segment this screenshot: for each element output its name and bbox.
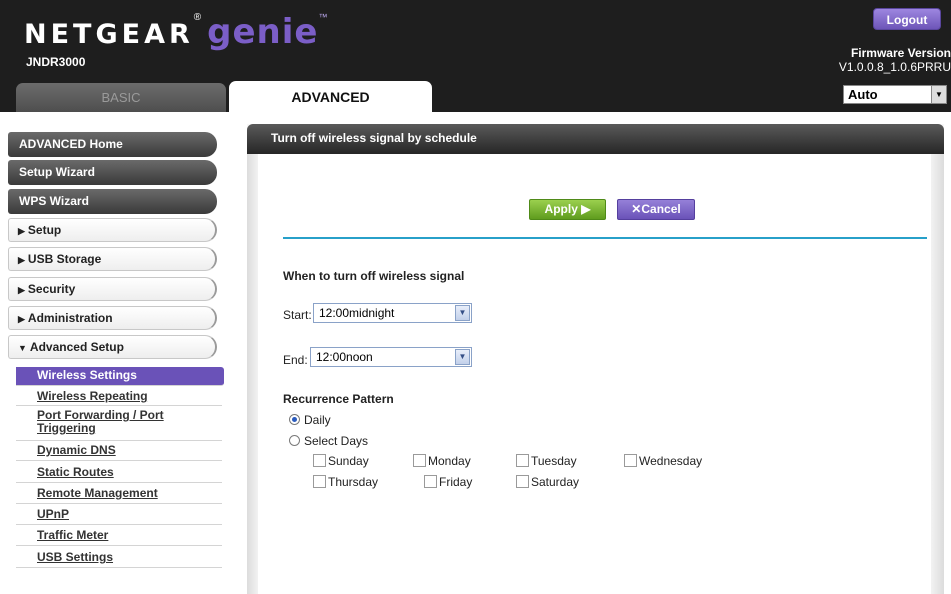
trademark-mark: ™ <box>318 12 328 22</box>
day-label: Thursday <box>328 475 379 489</box>
day-label: Saturday <box>531 475 580 489</box>
day-label: Sunday <box>328 454 369 468</box>
panel-body: Apply ▶ ✕Cancel When to turn off wireles… <box>258 154 931 594</box>
chevron-down-icon[interactable]: ▼ <box>931 86 946 103</box>
submenu-upnp[interactable]: UPnP <box>16 504 222 525</box>
triangle-down-icon: ▼ <box>18 343 27 353</box>
start-time-select[interactable]: 12:00midnight ▼ <box>313 303 472 323</box>
recurrence-heading: Recurrence Pattern <box>283 392 394 406</box>
submenu-usb-settings[interactable]: USB Settings <box>16 546 222 568</box>
cancel-button[interactable]: ✕Cancel <box>617 199 695 220</box>
sidebar-item-label: Security <box>27 282 76 296</box>
firmware-value: V1.0.0.8_1.0.6PRRU <box>838 60 951 74</box>
day-label: Wednesday <box>639 454 703 468</box>
daily-label: Daily <box>304 413 331 427</box>
tab-basic[interactable]: BASIC <box>16 83 226 112</box>
day-label: Monday <box>428 454 471 468</box>
sidebar-item-label: Administration <box>27 311 113 325</box>
panel-border-left <box>247 154 258 594</box>
submenu-traffic-meter[interactable]: Traffic Meter <box>16 525 222 546</box>
sidebar-item-label: Advanced Setup <box>29 340 124 354</box>
advanced-home-button[interactable]: ADVANCED Home <box>8 132 217 157</box>
triangle-right-icon: ▶ <box>18 226 25 236</box>
netgear-genie-logo: NETGEAR® genie™ <box>24 12 327 56</box>
triangle-right-icon: ▶ <box>18 255 25 265</box>
day-monday[interactable]: Monday <box>413 454 471 468</box>
triangle-right-icon: ▶ <box>18 314 25 324</box>
monday-checkbox[interactable] <box>413 454 426 467</box>
submenu-wireless-settings[interactable]: Wireless Settings <box>16 367 224 386</box>
sidebar-item-advanced-setup[interactable]: ▼ Advanced Setup <box>8 335 217 359</box>
day-tuesday[interactable]: Tuesday <box>516 454 577 468</box>
sidebar-item-security[interactable]: ▶ Security <box>8 277 217 301</box>
sunday-checkbox[interactable] <box>313 454 326 467</box>
brand-genie: genie <box>207 12 319 52</box>
sidebar-item-label: USB Storage <box>27 252 102 266</box>
submenu-wireless-repeating[interactable]: Wireless Repeating <box>16 386 222 406</box>
sidebar-item-label: Setup <box>27 223 62 237</box>
wps-wizard-button[interactable]: WPS Wizard <box>8 189 217 214</box>
setup-wizard-button[interactable]: Setup Wizard <box>8 160 217 185</box>
panel-border-right <box>931 154 944 594</box>
select-days-radio[interactable] <box>289 435 300 446</box>
end-label: End: <box>283 353 308 367</box>
daily-radio[interactable] <box>289 414 300 425</box>
wednesday-checkbox[interactable] <box>624 454 637 467</box>
advanced-setup-submenu: Wireless Settings Wireless Repeating Por… <box>16 367 224 568</box>
panel-title: Turn off wireless signal by schedule <box>247 124 944 154</box>
day-thursday[interactable]: Thursday <box>313 475 378 489</box>
submenu-port-forwarding[interactable]: Port Forwarding / Port Triggering <box>16 406 222 441</box>
thursday-checkbox[interactable] <box>313 475 326 488</box>
content-panel: Turn off wireless signal by schedule App… <box>247 124 944 594</box>
start-label: Start: <box>283 308 312 322</box>
chevron-down-icon[interactable]: ▼ <box>455 305 470 321</box>
language-select[interactable]: Auto ▼ <box>843 85 947 104</box>
day-label: Tuesday <box>531 454 577 468</box>
end-time-select[interactable]: 12:00noon ▼ <box>310 347 472 367</box>
select-days-option[interactable]: Select Days <box>289 434 368 448</box>
language-value: Auto <box>848 87 878 102</box>
day-saturday[interactable]: Saturday <box>516 475 579 489</box>
submenu-static-routes[interactable]: Static Routes <box>16 461 222 483</box>
saturday-checkbox[interactable] <box>516 475 529 488</box>
brand-netgear: NETGEAR <box>24 19 194 50</box>
tuesday-checkbox[interactable] <box>516 454 529 467</box>
tab-advanced[interactable]: ADVANCED <box>229 81 432 112</box>
sidebar-item-administration[interactable]: ▶ Administration <box>8 306 217 330</box>
sidebar-item-usb-storage[interactable]: ▶ USB Storage <box>8 247 217 271</box>
end-time-value: 12:00noon <box>316 350 373 364</box>
day-label: Friday <box>439 475 473 489</box>
submenu-remote-management[interactable]: Remote Management <box>16 483 222 504</box>
logout-button[interactable]: Logout <box>873 8 941 30</box>
friday-checkbox[interactable] <box>424 475 437 488</box>
when-heading: When to turn off wireless signal <box>283 269 465 283</box>
triangle-right-icon: ▶ <box>18 285 25 295</box>
daily-option[interactable]: Daily <box>289 413 331 427</box>
divider <box>283 237 927 239</box>
select-days-label: Select Days <box>304 434 369 448</box>
header-bar: NETGEAR® genie™ JNDR3000 Logout Firmware … <box>0 0 951 112</box>
chevron-down-icon[interactable]: ▼ <box>455 349 470 365</box>
start-time-value: 12:00midnight <box>319 306 395 320</box>
day-sunday[interactable]: Sunday <box>313 454 369 468</box>
model-name: JNDR3000 <box>26 55 86 69</box>
apply-button[interactable]: Apply ▶ <box>529 199 606 220</box>
sidebar-item-setup[interactable]: ▶ Setup <box>8 218 217 242</box>
registered-mark: ® <box>193 12 202 23</box>
day-wednesday[interactable]: Wednesday <box>624 454 702 468</box>
firmware-label: Firmware Version <box>850 46 951 60</box>
submenu-dynamic-dns[interactable]: Dynamic DNS <box>16 441 222 461</box>
day-friday[interactable]: Friday <box>424 475 472 489</box>
